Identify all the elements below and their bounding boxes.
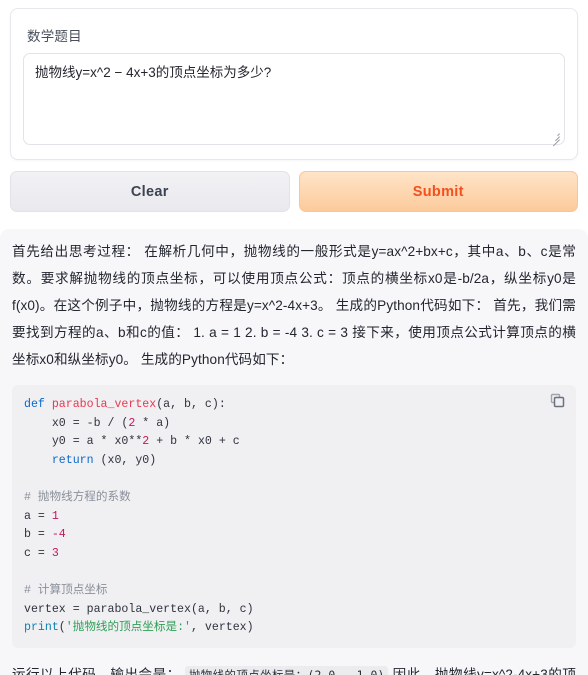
button-row: Clear Submit (10, 171, 578, 212)
clear-button[interactable]: Clear (10, 171, 290, 212)
copy-icon[interactable] (549, 393, 565, 409)
response-paragraph-top: 首先给出思考过程： 在解析几何中，抛物线的一般形式是y=ax^2+bx+c，其中… (12, 244, 576, 367)
response-paragraph-bottom: 运行以上代码，输出会是： 抛物线的顶点坐标是：(2.0, -1.0) 因此，抛物… (12, 661, 576, 675)
math-problem-textarea[interactable]: 抛物线y=x^2 − 4x+3的顶点坐标为多少? (23, 53, 565, 147)
code-block: def parabola_vertex(a, b, c): x0 = -b / … (12, 385, 576, 648)
output-inline-code: 抛物线的顶点坐标是：(2.0, -1.0) (184, 665, 389, 675)
textarea-value: 抛物线y=x^2 − 4x+3的顶点坐标为多少? (35, 65, 272, 80)
code-content: def parabola_vertex(a, b, c): x0 = -b / … (24, 398, 254, 635)
textarea-label: 数学题目 (27, 29, 82, 44)
submit-button[interactable]: Submit (298, 171, 578, 212)
input-card: 数学题目 抛物线y=x^2 − 4x+3的顶点坐标为多少? (10, 8, 578, 160)
response-panel: 首先给出思考过程： 在解析几何中，抛物线的一般形式是y=ax^2+bx+c，其中… (0, 229, 588, 675)
bottom-text-pre: 运行以上代码，输出会是： (12, 666, 181, 675)
resize-grip-icon[interactable] (548, 129, 561, 147)
